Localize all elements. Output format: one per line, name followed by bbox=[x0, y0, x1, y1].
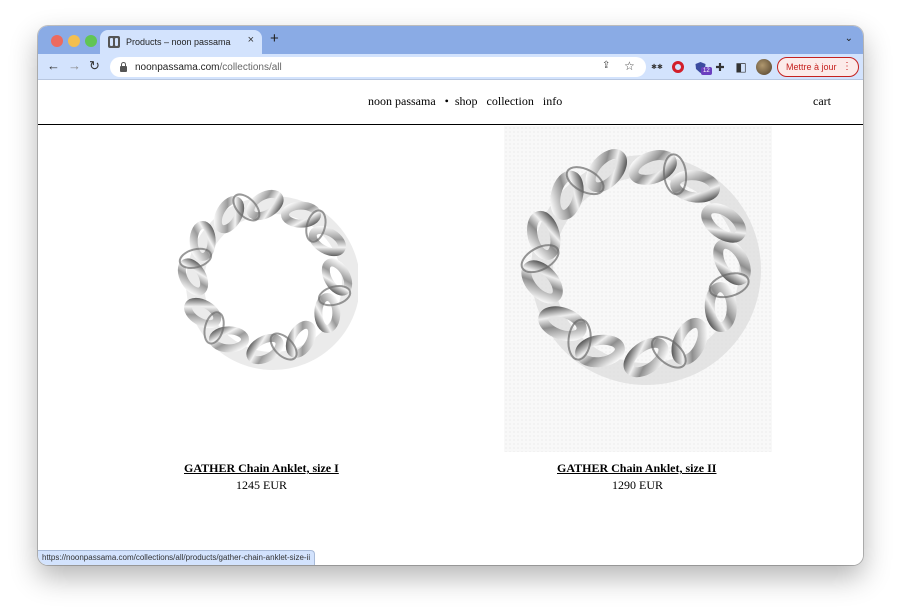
minimize-window-button[interactable] bbox=[68, 35, 80, 47]
tab-strip: Products – noon passama × + ⌄ bbox=[38, 26, 863, 54]
nav-link-collection[interactable]: collection bbox=[487, 94, 534, 108]
site-header: noon passama • shop collection info cart bbox=[38, 80, 863, 125]
nav-link-info[interactable]: info bbox=[543, 94, 562, 108]
side-panel-icon[interactable]: ◧ bbox=[734, 60, 748, 74]
product-title-link[interactable]: GATHER Chain Anklet, size I bbox=[184, 461, 339, 476]
forward-arrow-icon[interactable]: → bbox=[68, 58, 81, 74]
nav-link-shop[interactable]: shop bbox=[455, 94, 478, 108]
browser-toolbar: ← → ↻ noonpassama.com/collections/all ⇪ … bbox=[38, 54, 863, 80]
url-host: noonpassama.com bbox=[135, 61, 220, 73]
extension-asterisk-icon[interactable]: ✱✱ bbox=[650, 60, 664, 74]
extension-badge: 12 bbox=[701, 67, 712, 75]
reload-icon[interactable]: ↻ bbox=[89, 58, 100, 74]
puzzle-extensions-icon[interactable]: ✚ bbox=[713, 60, 727, 74]
product-title-link[interactable]: GATHER Chain Anklet, size II bbox=[557, 461, 716, 476]
link-status-bar: https://noonpassama.com/collections/all/… bbox=[38, 550, 316, 565]
browser-tab[interactable]: Products – noon passama × bbox=[100, 30, 262, 54]
lock-icon[interactable] bbox=[120, 61, 127, 72]
address-bar[interactable]: noonpassama.com/collections/all ⇪ ☆ bbox=[110, 57, 646, 77]
browser-window: Products – noon passama × + ⌄ ← → ↻ noon… bbox=[38, 26, 863, 565]
bookmark-star-icon[interactable]: ☆ bbox=[624, 59, 635, 73]
chain-anklet-image bbox=[520, 149, 761, 385]
web-page: noon passama • shop collection info cart bbox=[38, 80, 863, 565]
extension-icon[interactable]: 12 bbox=[693, 60, 712, 75]
share-icon[interactable]: ⇪ bbox=[602, 60, 610, 71]
update-button-label: Mettre à jour bbox=[786, 62, 837, 72]
new-tab-button[interactable]: + bbox=[270, 30, 279, 48]
tab-close-icon[interactable]: × bbox=[248, 34, 254, 46]
opera-extension-icon[interactable] bbox=[672, 61, 684, 73]
zoom-window-button[interactable] bbox=[85, 35, 97, 47]
product-image-size-i[interactable] bbox=[168, 180, 360, 370]
url-path: /collections/all bbox=[219, 61, 282, 73]
more-menu-icon[interactable]: ⋮ bbox=[842, 61, 852, 72]
chain-anklet-image bbox=[177, 189, 360, 370]
back-arrow-icon[interactable]: ← bbox=[47, 58, 60, 74]
url-text[interactable]: noonpassama.com/collections/all bbox=[135, 62, 282, 73]
brand-link[interactable]: noon passama bbox=[368, 94, 436, 108]
product-image-size-ii[interactable] bbox=[504, 126, 772, 452]
cart-link[interactable]: cart bbox=[813, 94, 831, 109]
update-button[interactable]: Mettre à jour ⋮ bbox=[777, 57, 859, 77]
site-nav: noon passama • shop collection info bbox=[368, 94, 568, 109]
profile-avatar[interactable] bbox=[756, 59, 772, 75]
close-window-button[interactable] bbox=[51, 35, 63, 47]
site-favicon-icon bbox=[108, 36, 120, 48]
nav-bullet: • bbox=[444, 94, 449, 108]
product-price: 1290 EUR bbox=[612, 478, 663, 492]
tab-title: Products – noon passama bbox=[126, 37, 231, 47]
tab-search-icon[interactable]: ⌄ bbox=[845, 33, 853, 44]
product-price: 1245 EUR bbox=[236, 478, 287, 492]
